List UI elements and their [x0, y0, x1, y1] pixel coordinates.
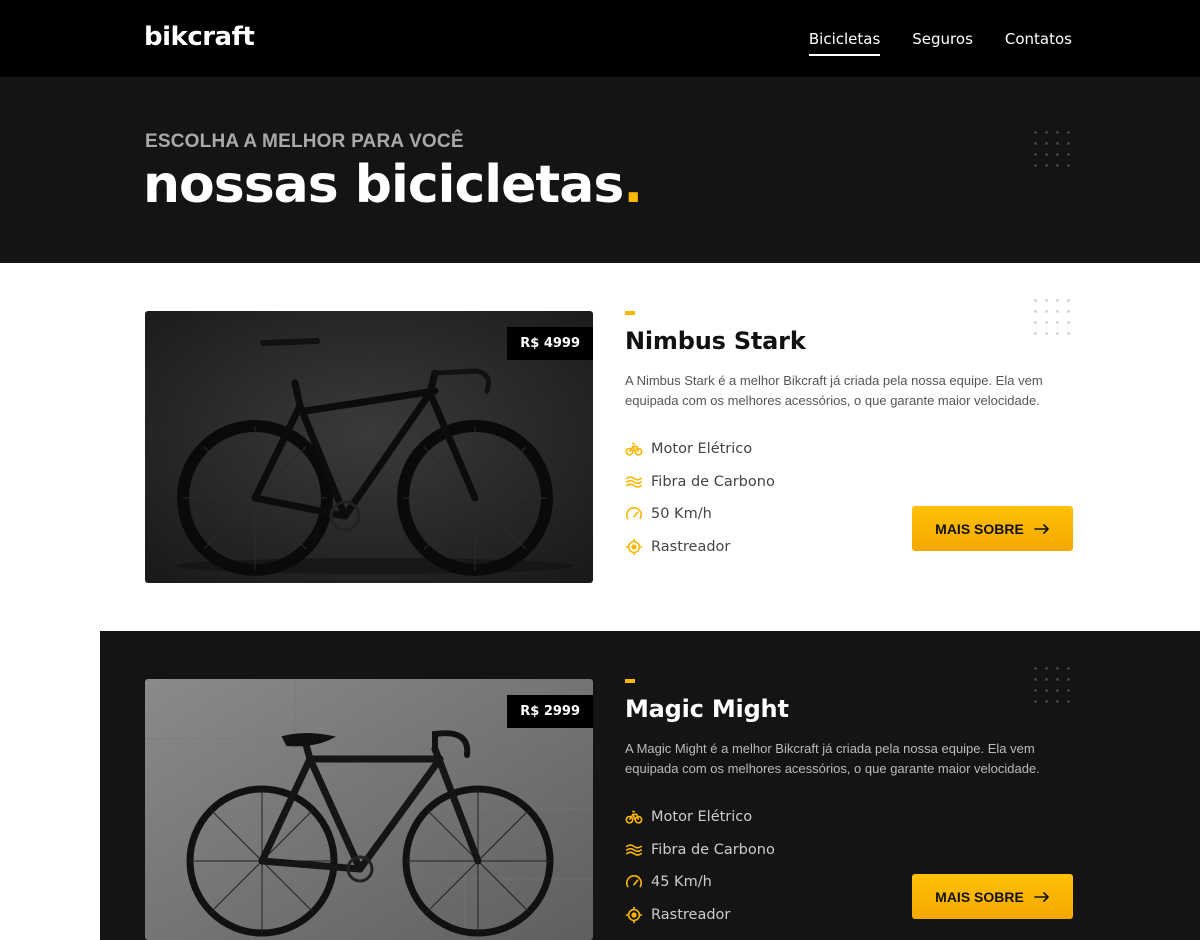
mais-sobre-button[interactable]: MAIS SOBRE — [912, 506, 1073, 551]
accent-bar — [625, 311, 635, 315]
site-header: bikcraft Bicicletas Seguros Contatos — [0, 0, 1200, 77]
feature-item: Motor Elétrico — [625, 801, 1073, 834]
bike-description: A Magic Might é a melhor Bikcraft já cri… — [625, 741, 1040, 776]
feature-label: 50 Km/h — [651, 506, 712, 523]
speedometer-icon — [626, 875, 642, 888]
button-label: MAIS SOBRE — [935, 888, 1024, 905]
bike-info: Magic Might A Magic Might é a melhor Bik… — [625, 679, 1073, 931]
title-dot: . — [623, 155, 643, 215]
carbon-fiber-icon — [625, 843, 643, 856]
bike-name[interactable]: Magic Might — [625, 695, 1073, 723]
feature-item: Fibra de Carbono — [625, 834, 1073, 867]
nav-bicicletas[interactable]: Bicicletas — [808, 30, 881, 56]
hero-subtitle: ESCOLHA A MELHOR PARA VOCÊ — [145, 131, 464, 152]
page-title: nossas bicicletas. — [143, 155, 643, 215]
tracker-icon — [625, 906, 643, 923]
feature-label: Rastreador — [651, 906, 731, 923]
feature-item: Fibra de Carbono — [625, 466, 1073, 499]
tracker-icon — [625, 538, 643, 555]
hero-section: ESCOLHA A MELHOR PARA VOCÊ nossas bicicl… — [0, 77, 1200, 263]
bike-photo: R$ 4999 — [145, 311, 593, 583]
bike-card-nimbus-stark: R$ 4999 Nimbus Stark A Nimbus Stark é a … — [0, 263, 1200, 631]
feature-item: Motor Elétrico — [625, 433, 1073, 466]
price-tag: R$ 4999 — [507, 327, 593, 360]
bike-motor-icon — [625, 443, 643, 456]
main-nav: Bicicletas Seguros Contatos — [808, 30, 1072, 56]
page-title-text: nossas bicicletas — [143, 155, 624, 215]
dots-decoration — [1030, 127, 1074, 171]
button-label: MAIS SOBRE — [935, 520, 1024, 537]
accent-bar — [625, 679, 635, 683]
nav-contatos[interactable]: Contatos — [1005, 30, 1072, 56]
feature-label: Fibra de Carbono — [651, 841, 775, 858]
bike-description: A Nimbus Stark é a melhor Bikcraft já cr… — [625, 373, 1043, 408]
feature-label: 45 Km/h — [651, 874, 712, 891]
speedometer-icon — [626, 507, 642, 520]
bike-name[interactable]: Nimbus Stark — [625, 327, 1073, 355]
feature-label: Motor Elétrico — [651, 441, 753, 458]
feature-label: Motor Elétrico — [651, 809, 753, 826]
price-tag: R$ 2999 — [507, 695, 593, 728]
mais-sobre-button[interactable]: MAIS SOBRE — [912, 874, 1073, 919]
nav-seguros[interactable]: Seguros — [912, 30, 973, 56]
carbon-fiber-icon — [625, 475, 643, 488]
feature-label: Fibra de Carbono — [651, 473, 775, 490]
arrow-right-icon — [1034, 523, 1049, 534]
bike-motor-icon — [625, 811, 643, 824]
logo[interactable]: bikcraft — [144, 22, 255, 52]
bike-info: Nimbus Stark A Nimbus Stark é a melhor B… — [625, 311, 1073, 563]
bike-card-magic-might: R$ 2999 Magic Might A Magic Might é a me… — [100, 631, 1200, 940]
arrow-right-icon — [1034, 891, 1049, 902]
bike-photo: R$ 2999 — [145, 679, 593, 940]
feature-label: Rastreador — [651, 538, 731, 555]
